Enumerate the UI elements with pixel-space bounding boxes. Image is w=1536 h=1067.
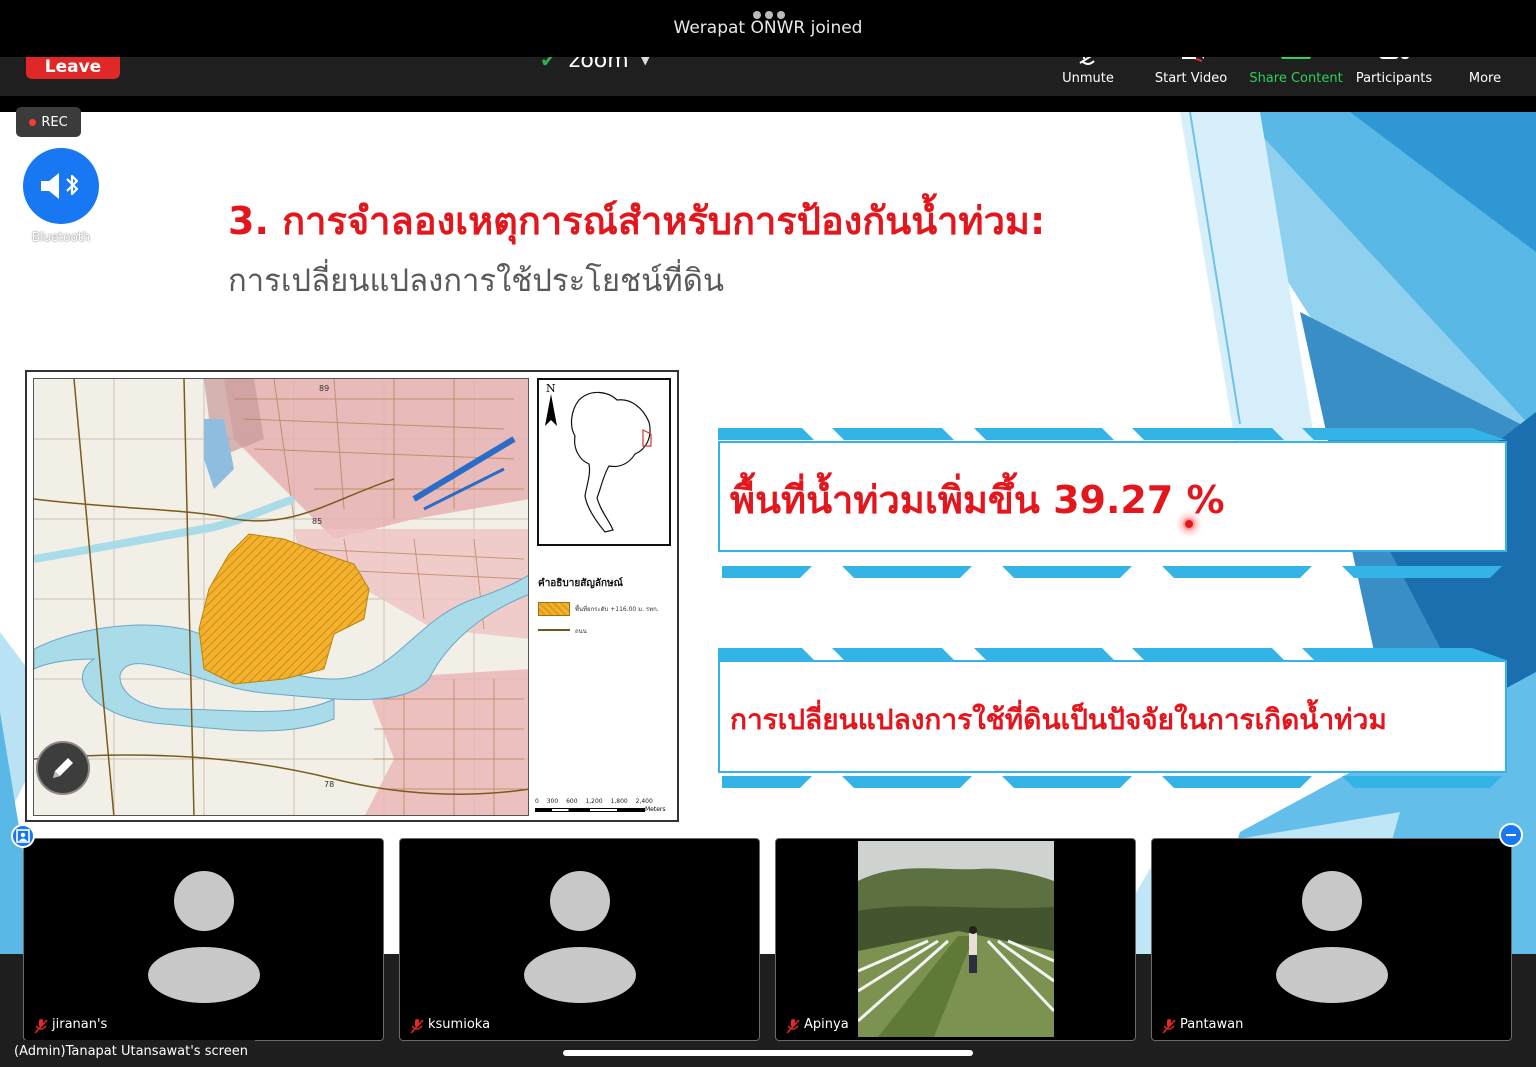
- svg-text:85: 85: [312, 517, 322, 526]
- svg-text:89: 89: [319, 384, 329, 393]
- more-icon: [1462, 57, 1508, 65]
- shared-slide: 3. การจำลองเหตุการณ์สำหรับการป้องกันน้ำท…: [0, 112, 1536, 954]
- flood-increase-text: พื้นที่น้ำท่วมเพิ่มขึ้น 39.27 %: [730, 478, 1225, 522]
- annotate-button[interactable]: [36, 741, 90, 795]
- avatar-placeholder-icon: [1276, 871, 1388, 1003]
- participant-tile[interactable]: Pantawan: [1151, 838, 1512, 1041]
- record-dot-icon: [29, 118, 37, 126]
- bluetooth-speaker-icon: [41, 173, 79, 199]
- laser-pointer: [1183, 518, 1195, 530]
- more-button[interactable]: More: [1462, 57, 1508, 96]
- leave-button[interactable]: Leave: [26, 57, 120, 79]
- pin-gallery-button[interactable]: [11, 824, 35, 848]
- secure-check-icon: ✔: [540, 57, 557, 72]
- participant-tile[interactable]: Apinya: [775, 838, 1136, 1041]
- land-use-factor-callout: การเปลี่ยนแปลงการใช้ที่ดินเป็นปัจจัยในกา…: [718, 660, 1507, 773]
- zoom-menu[interactable]: ✔ zoom ▼: [540, 57, 650, 75]
- muted-mic-icon: [410, 1019, 424, 1034]
- participant-name: jiranan's: [52, 1017, 108, 1032]
- zoom-meeting-window: Werapat ONWR joined Leave ✔ zoom ▼ Unmut…: [0, 0, 1536, 1067]
- start-video-button[interactable]: Start Video: [1150, 57, 1232, 96]
- minus-icon: [1506, 834, 1516, 836]
- scale-bar-ticks: 0 300 600 1,200 1,800 2,400: [535, 798, 653, 805]
- chevron-down-icon: ▼: [640, 57, 650, 67]
- muted-mic-icon: [1079, 57, 1095, 65]
- video-off-icon: [1182, 57, 1204, 62]
- share-screen-icon: [1281, 57, 1311, 59]
- meeting-toolbar: Leave ✔ zoom ▼ Unmute Start Video Share …: [0, 57, 1536, 96]
- participant-name: Apinya: [804, 1017, 849, 1032]
- unmute-button[interactable]: Unmute: [1055, 57, 1121, 96]
- scale-bar: [535, 808, 645, 812]
- participant-tile[interactable]: jiranan's: [23, 838, 384, 1041]
- north-arrow-label: N: [546, 382, 556, 395]
- person-frame-icon: [16, 829, 30, 843]
- home-indicator[interactable]: [563, 1050, 973, 1056]
- muted-mic-icon: [786, 1019, 800, 1034]
- scale-unit: Meters: [645, 806, 666, 813]
- topographic-map: 89 85 78: [33, 378, 529, 816]
- legend-flood-swatch: [538, 602, 570, 616]
- notification-bar: Werapat ONWR joined: [0, 0, 1536, 57]
- audio-route-label: Bluetooth: [31, 230, 91, 244]
- slide-title: 3. การจำลองเหตุการณ์สำหรับการป้องกันน้ำท…: [228, 199, 1046, 243]
- muted-mic-icon: [34, 1019, 48, 1034]
- legend-road-label: ถนน: [575, 628, 587, 635]
- north-arrow-icon: [545, 391, 652, 533]
- share-content-button[interactable]: Share Content: [1247, 57, 1345, 96]
- slide-subtitle: การเปลี่ยนแปลงการใช้ประโยชน์ที่ดิน: [228, 263, 725, 299]
- land-use-factor-text: การเปลี่ยนแปลงการใช้ที่ดินเป็นปัจจัยในกา…: [730, 703, 1387, 736]
- join-notification: Werapat ONWR joined: [673, 18, 863, 38]
- svg-text:78: 78: [324, 780, 334, 789]
- participant-name: Pantawan: [1180, 1017, 1244, 1032]
- thailand-locator-inset: N: [537, 378, 671, 546]
- audio-route-button[interactable]: [23, 148, 99, 224]
- recording-label: REC: [41, 114, 68, 130]
- participants-button[interactable]: Participants: [1352, 57, 1436, 96]
- avatar-placeholder-icon: [524, 871, 636, 1003]
- minimize-gallery-button[interactable]: [1499, 823, 1523, 847]
- participant-name: ksumioka: [428, 1017, 491, 1032]
- flood-map-figure: 89 85 78 N คำอธิบายสัญลักษณ์ พื้นที่ยกระ…: [25, 370, 679, 822]
- pencil-icon: [53, 758, 73, 778]
- flood-increase-callout: พื้นที่น้ำท่วมเพิ่มขึ้น 39.27 %: [718, 441, 1507, 552]
- legend-flood-label: พื้นที่ยกระดับ +116.00 ม. รทก.: [575, 606, 659, 613]
- legend-road-swatch: [538, 629, 570, 631]
- avatar-placeholder-icon: [148, 871, 260, 1003]
- muted-mic-icon: [1162, 1019, 1176, 1034]
- participant-video-feed: [858, 841, 1054, 1037]
- app-name: zoom: [568, 57, 629, 73]
- shared-screen-label: (Admin)Tanapat Utansawat's screen: [7, 1040, 255, 1065]
- recording-indicator[interactable]: REC: [16, 107, 81, 137]
- participant-tile[interactable]: ksumioka: [399, 838, 760, 1041]
- participants-icon: [1379, 57, 1409, 59]
- map-legend-title: คำอธิบายสัญลักษณ์: [538, 578, 623, 589]
